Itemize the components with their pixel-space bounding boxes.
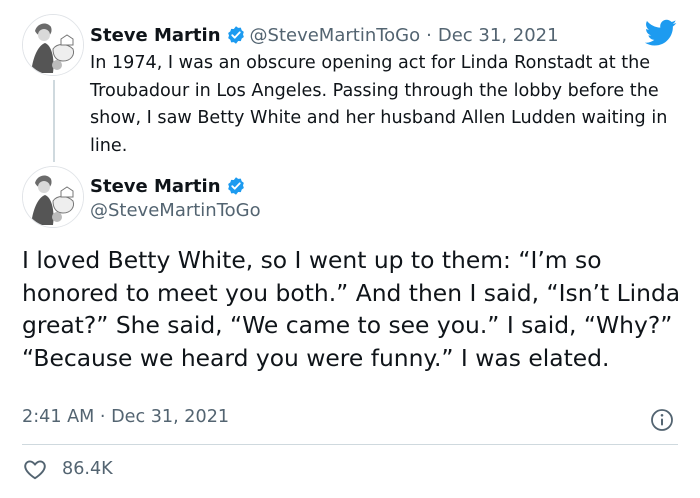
author-handle[interactable]: @SteveMartinToGo — [250, 25, 421, 46]
author-handle[interactable]: @SteveMartinToGo — [90, 200, 261, 221]
avatar[interactable] — [22, 14, 84, 76]
author-name[interactable]: Steve Martin — [90, 176, 221, 197]
avatar-illustration — [23, 15, 83, 75]
author-name[interactable]: Steve Martin — [90, 25, 221, 46]
dot-separator: · — [426, 24, 432, 46]
like-count: 86.4K — [62, 459, 113, 479]
avatar[interactable] — [22, 166, 84, 228]
verified-badge-icon — [227, 177, 244, 195]
divider — [22, 444, 678, 445]
avatar-illustration — [23, 167, 83, 227]
like-button[interactable]: 86.4K — [22, 456, 113, 482]
tweet-date[interactable]: Dec 31, 2021 — [438, 25, 559, 46]
main-tweet-header: Steve Martin — [90, 173, 250, 199]
heart-icon[interactable] — [22, 456, 48, 482]
verified-badge-icon — [227, 26, 244, 44]
info-icon[interactable] — [650, 408, 674, 432]
tweet-timestamp[interactable]: 2:41 AM · Dec 31, 2021 — [22, 407, 229, 427]
quoted-tweet-header: Steve Martin @SteveMartinToGo · Dec 31, … — [90, 22, 559, 48]
twitter-bird-icon[interactable] — [645, 19, 677, 47]
thread-connector-line — [53, 80, 55, 162]
main-tweet-text: I loved Betty White, so I went up to the… — [22, 246, 681, 372]
quoted-tweet-text: In 1974, I was an obscure opening act fo… — [90, 53, 668, 156]
